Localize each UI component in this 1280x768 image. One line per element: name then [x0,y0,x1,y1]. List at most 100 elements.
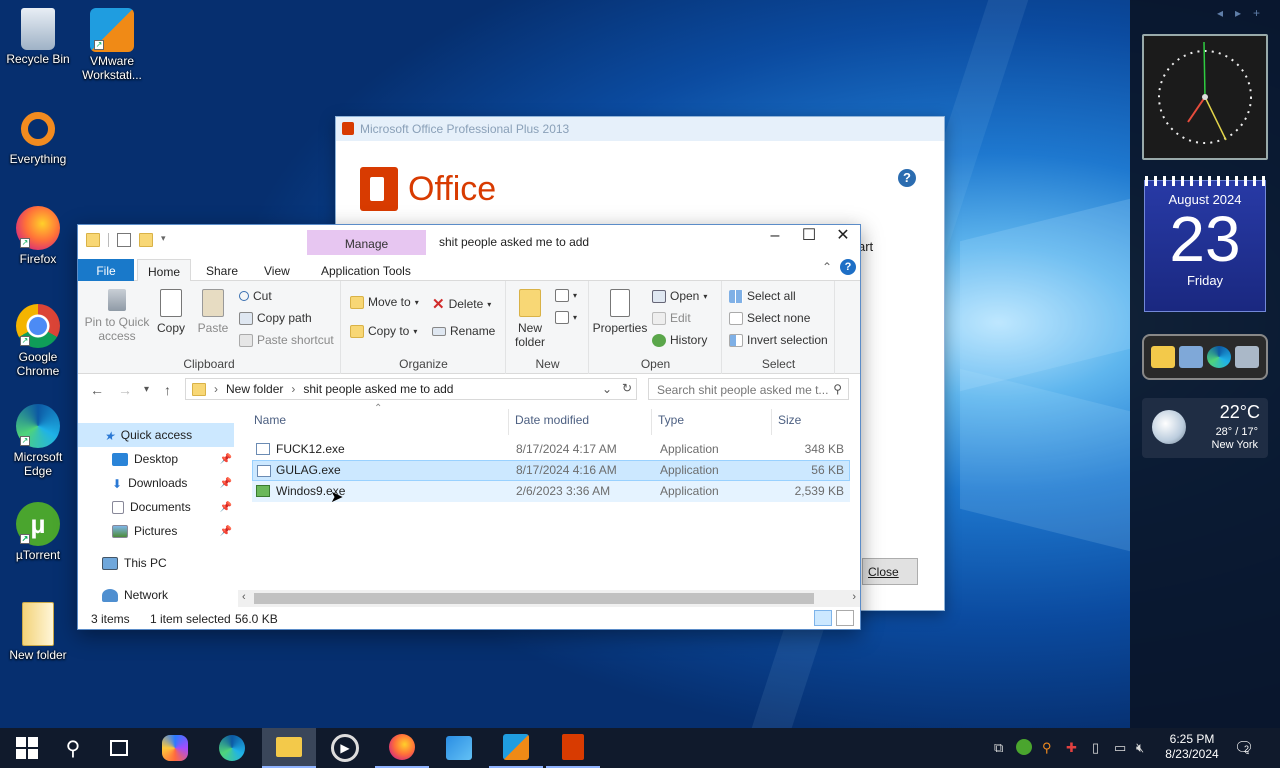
back-arrow-icon[interactable]: ← [90,382,104,398]
nav-network[interactable]: Network [78,583,234,607]
desktop-icon-edge[interactable]: ↗ Microsoft Edge [0,404,76,478]
desktop-icon-chrome[interactable]: ↗ Google Chrome [0,304,76,378]
tab-view[interactable]: View [254,259,300,281]
column-type[interactable]: Type [658,413,684,435]
breadcrumb-item[interactable]: shit people asked me to add [303,382,453,396]
help-icon[interactable]: ? [840,259,856,275]
sidebar-controls[interactable]: ◂▸+ [1217,6,1272,20]
folder-icon[interactable] [1151,346,1175,368]
horizontal-scrollbar[interactable]: ‹ › [238,590,860,607]
office-close-button[interactable]: Close [862,558,918,585]
desktop-icon-firefox[interactable]: ↗ Firefox [0,206,76,266]
rename-button[interactable]: Rename [432,324,495,338]
nav-desktop[interactable]: Desktop 📌 [78,447,234,471]
new-item-button[interactable]: ▾ [555,289,577,302]
forward-arrow-icon[interactable]: → [118,382,132,398]
scroll-left-icon[interactable]: ‹ [242,591,246,603]
taskbar-office[interactable] [546,728,600,768]
manage-contextual-tab[interactable]: Manage [307,230,426,256]
tab-home[interactable]: Home [137,259,192,282]
tab-application-tools[interactable]: Application Tools [311,259,421,281]
recent-locations-icon[interactable]: ▾ [144,384,149,395]
invert-selection-button[interactable]: Invert selection [729,333,828,347]
move-to-button[interactable]: Move to ▾ [350,295,419,309]
paste-shortcut-button[interactable]: Paste shortcut [239,333,334,347]
tray-security-icon[interactable]: ✚ [1066,740,1077,756]
taskbar-firefox[interactable] [375,728,429,768]
tray-network-icon[interactable]: ▭ [1114,740,1126,756]
help-icon[interactable]: ? [898,169,916,187]
pin-to-quick-access-button[interactable]: Pin to Quick access [84,289,150,343]
close-button[interactable]: ✕ [826,225,860,249]
desktop-icon-utorrent[interactable]: µ ↗ µTorrent [0,502,76,562]
properties-button[interactable]: Properties [592,289,648,335]
copy-path-button[interactable]: Copy path [239,311,312,325]
nav-documents[interactable]: Documents 📌 [78,495,234,519]
new-folder-icon[interactable] [139,233,153,247]
tray-everything-icon[interactable]: ⚲ [1042,740,1052,756]
tray-volume-muted-icon[interactable]: 🔇︎ [1136,740,1144,756]
column-name[interactable]: Name [254,413,286,435]
minimize-button[interactable]: – [758,225,792,249]
edit-button[interactable]: Edit [652,311,691,325]
history-button[interactable]: History [652,333,707,347]
taskbar-clock[interactable]: 6:25 PM 8/23/2024 [1160,732,1224,762]
taskbar-vmware[interactable] [489,728,543,768]
desktop-icon-vmware[interactable]: ↗ VMware Workstati... [74,8,150,82]
computer-icon[interactable] [1179,346,1203,368]
chevron-down-icon[interactable]: ▾ [161,233,171,247]
column-divider[interactable] [771,409,772,435]
chevron-up-icon[interactable]: ⌃ [822,260,832,274]
recycle-bin-icon[interactable] [1235,346,1259,368]
cut-button[interactable]: Cut [239,289,272,303]
taskbar-file-explorer[interactable] [262,728,316,768]
taskbar-edge[interactable] [205,728,259,768]
select-none-button[interactable]: Select none [729,311,810,325]
scrollbar-thumb[interactable] [254,593,814,604]
delete-button[interactable]: ✕ Delete ▾ [432,295,491,313]
new-folder-button[interactable]: New folder [513,289,547,349]
desktop-icon-recycle-bin[interactable]: Recycle Bin [0,8,76,66]
file-row[interactable]: Windos9.exe 2/6/2023 3:36 AM Application… [252,481,850,506]
easy-access-button[interactable]: ▾ [555,311,577,324]
tab-share[interactable]: Share [196,259,248,281]
open-button[interactable]: Open ▾ [652,289,707,303]
chevron-down-icon[interactable]: ⌄ [602,382,612,396]
paste-button[interactable]: Paste [196,289,230,335]
maximize-button[interactable]: ☐ [792,225,826,249]
select-all-button[interactable]: Select all [729,289,796,303]
tray-windows-icon[interactable]: ⧉ [994,740,1003,756]
breadcrumb-item[interactable]: New folder [226,382,283,396]
nav-downloads[interactable]: ⬇ Downloads 📌 [78,471,234,495]
tab-file[interactable]: File [78,259,134,281]
address-bar[interactable]: › New folder › shit people asked me to a… [185,378,637,400]
column-divider[interactable] [651,409,652,435]
taskbar-photos[interactable] [432,728,486,768]
taskbar-media-player[interactable]: ▶ [318,728,372,768]
copy-button[interactable]: Copy [154,289,188,335]
refresh-icon[interactable]: ↻ [622,381,632,395]
desktop-icon-new-folder[interactable]: New folder [0,602,76,662]
large-icons-view-button[interactable] [836,610,854,626]
scroll-right-icon[interactable]: › [852,591,856,603]
task-view-button[interactable] [92,728,146,768]
nav-pictures[interactable]: Pictures 📌 [78,519,234,543]
calendar-weekday: Friday [1186,273,1224,288]
taskbar-copilot[interactable] [148,728,202,768]
file-row[interactable]: FUCK12.exe 8/17/2024 4:17 AM Application… [252,439,850,460]
nav-this-pc[interactable]: This PC [78,551,234,575]
tray-usb-icon[interactable]: ▯ [1092,740,1099,756]
nav-quick-access[interactable]: ★ Quick access [78,423,234,447]
column-size[interactable]: Size [778,413,801,435]
file-row-selected[interactable]: GULAG.exe 8/17/2024 4:16 AM Application … [252,460,850,481]
edge-icon[interactable] [1207,346,1231,368]
column-date-modified[interactable]: Date modified [515,413,589,435]
copy-to-button[interactable]: Copy to ▾ [350,324,417,338]
properties-icon[interactable] [117,233,131,247]
desktop-icon-everything[interactable]: Everything [0,108,76,166]
details-view-button[interactable] [814,610,832,626]
column-divider[interactable] [508,409,509,435]
search-input[interactable]: Search shit people asked me t... ⚲ [648,378,849,400]
up-arrow-icon[interactable]: ↑ [164,382,171,398]
tray-utorrent-icon[interactable] [1016,739,1032,755]
